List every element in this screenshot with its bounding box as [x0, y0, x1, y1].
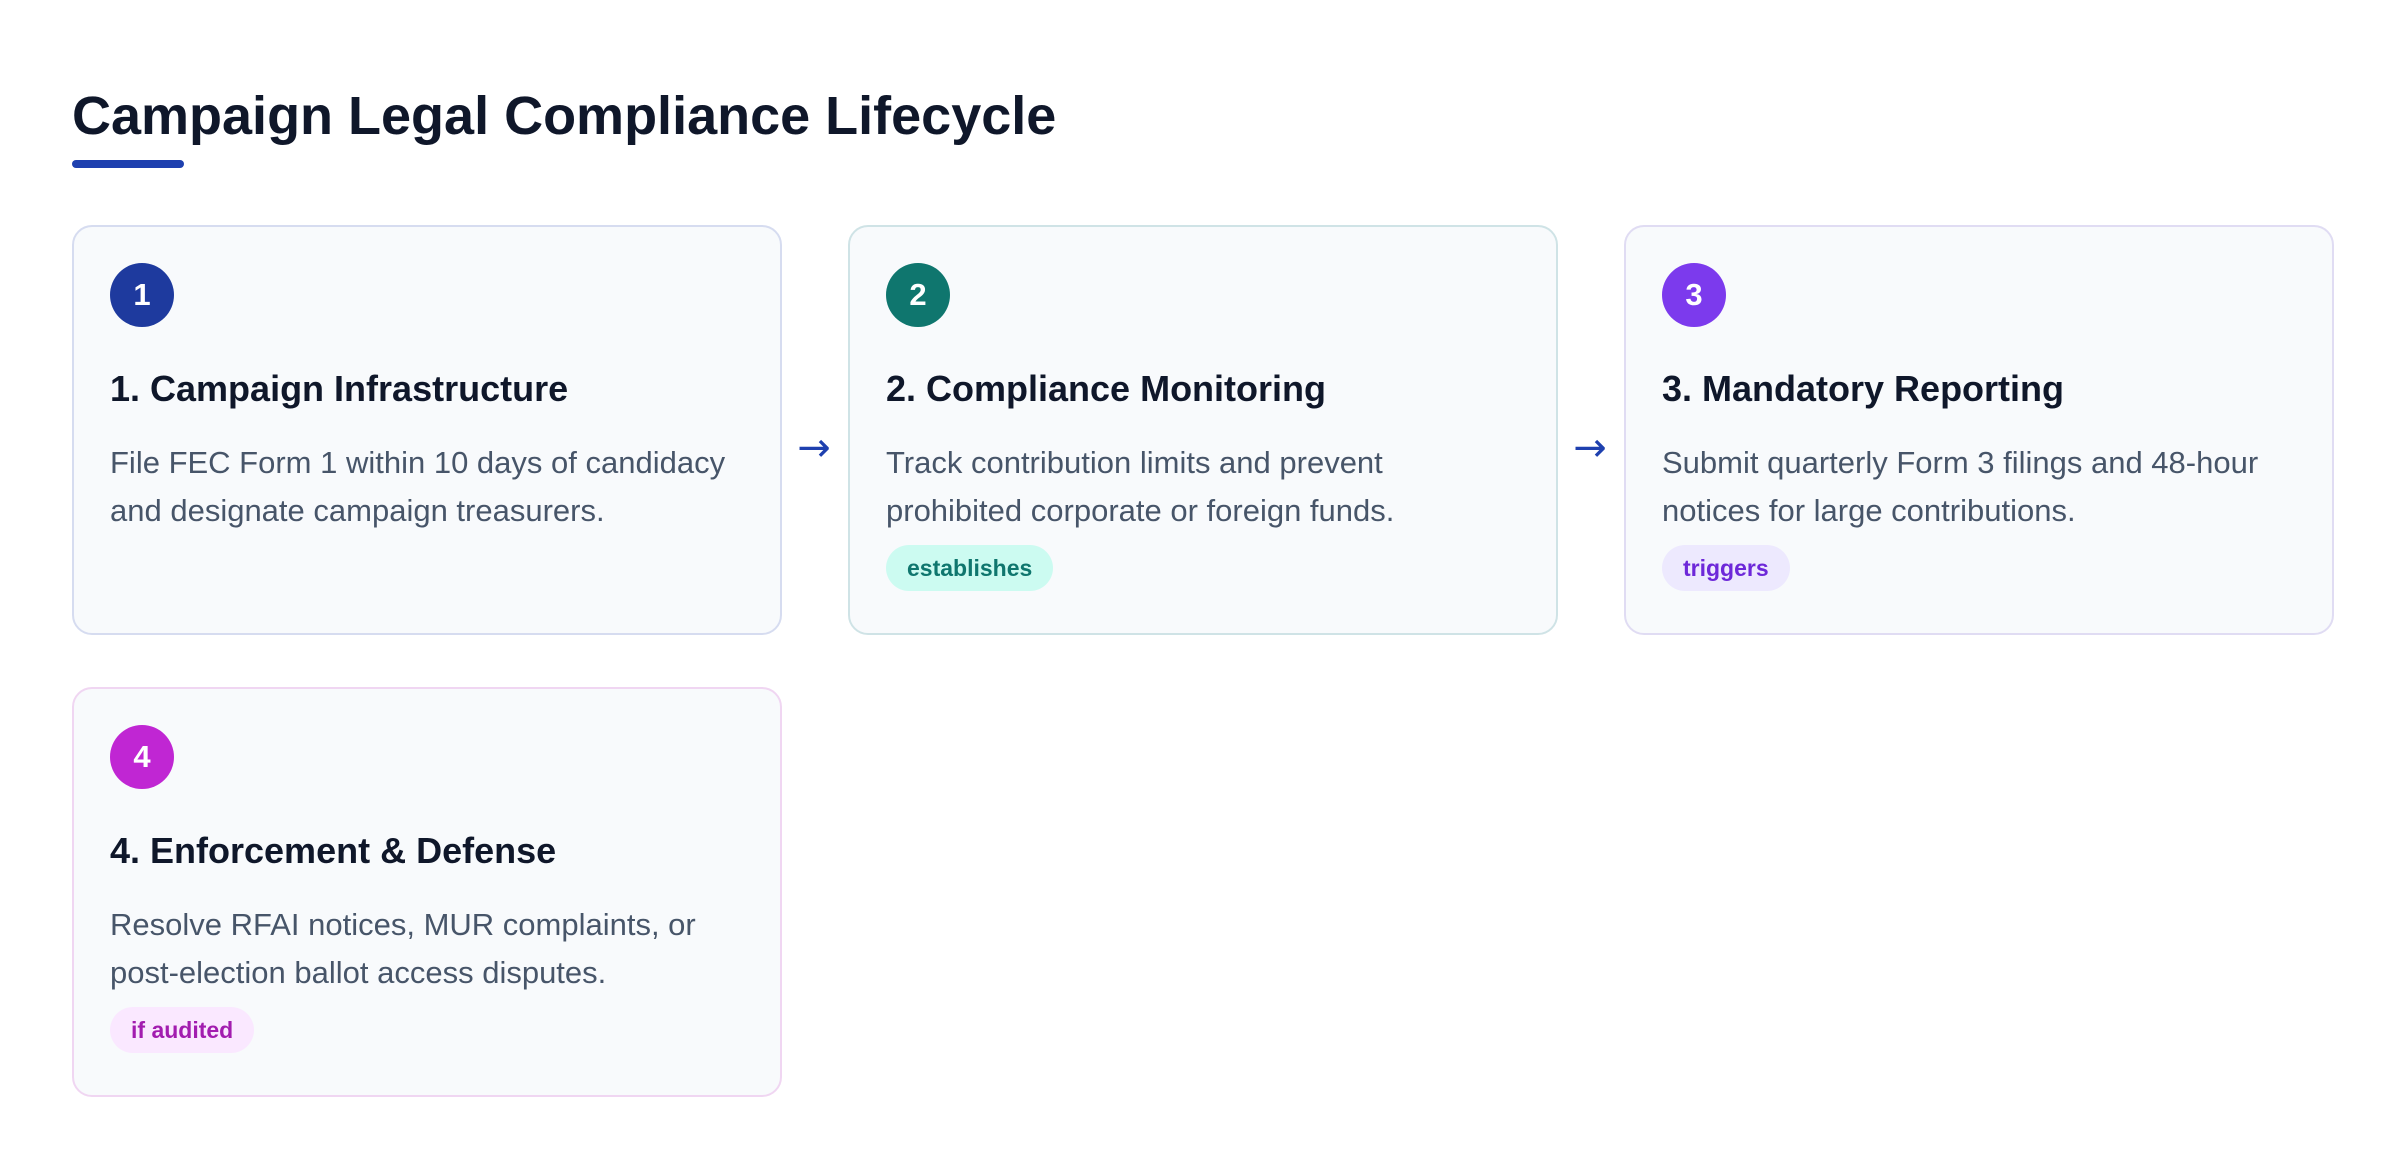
step-number-badge: 1 — [110, 263, 174, 327]
step-description: File FEC Form 1 within 10 days of candid… — [110, 445, 726, 528]
step-description: Resolve RFAI notices, MUR complaints, or… — [110, 907, 696, 990]
step-body: Track contribution limits and prevent pr… — [886, 439, 1526, 591]
step-title: 2. Compliance Monitoring — [886, 368, 1327, 409]
step-title: 3. Mandatory Reporting — [1662, 368, 2065, 409]
relation-tag: if audited — [110, 1007, 255, 1053]
relation-tag: establishes — [886, 545, 1054, 591]
step-card-1: 1 1. Campaign Infrastructure File FEC Fo… — [72, 225, 782, 635]
step-number-badge: 2 — [886, 263, 950, 327]
step-number-badge: 4 — [110, 725, 174, 789]
step-card-2: 2 2. Compliance Monitoring Track contrib… — [848, 225, 1558, 635]
step-body: Resolve RFAI notices, MUR complaints, or… — [110, 901, 750, 1053]
relation-tag: triggers — [1662, 545, 1790, 591]
step-number-badge: 3 — [1662, 263, 1726, 327]
step-title: 4. Enforcement & Defense — [110, 830, 557, 871]
step-body: Submit quarterly Form 3 filings and 48-h… — [1662, 439, 2302, 591]
step-card-4: 4 4. Enforcement & Defense Resolve RFAI … — [72, 687, 782, 1097]
page: Campaign Legal Compliance Lifecycle 1 1.… — [0, 0, 2400, 1166]
step-title: 1. Campaign Infrastructure — [110, 368, 569, 409]
step-description: Track contribution limits and prevent pr… — [886, 445, 1395, 528]
arrow-right-icon: → — [797, 425, 831, 471]
step-card-3: 3 3. Mandatory Reporting Submit quarterl… — [1624, 225, 2334, 635]
arrow-right-icon: → — [1573, 425, 1607, 471]
step-description: Submit quarterly Form 3 filings and 48-h… — [1662, 445, 2259, 528]
page-title: Campaign Legal Compliance Lifecycle — [72, 86, 1057, 146]
title-underline — [72, 160, 184, 168]
